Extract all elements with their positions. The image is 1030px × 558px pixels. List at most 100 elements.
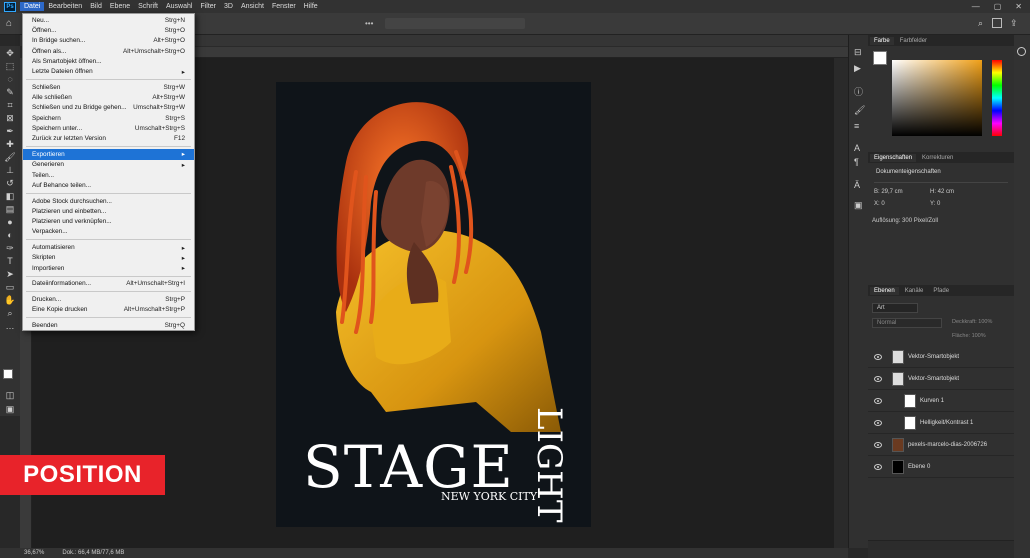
more-options-icon[interactable]: •••: [365, 19, 373, 28]
dodge-tool-icon[interactable]: ◐: [3, 229, 17, 241]
menu-item[interactable]: Beenden Strg+Q: [23, 320, 194, 330]
menu-item[interactable]: Generieren ▸: [23, 160, 194, 170]
healing-tool-icon[interactable]: ✚: [3, 138, 17, 150]
path-select-tool-icon[interactable]: ➤: [3, 268, 17, 280]
menu-item[interactable]: Exportieren ▸: [23, 149, 194, 160]
doc-width[interactable]: B: 29,7 cm: [874, 189, 903, 195]
brush-settings-icon[interactable]: 🖌: [854, 105, 865, 116]
menu-ebene[interactable]: Ebene: [106, 2, 134, 11]
menu-item[interactable]: Schließen und zu Bridge gehen... Umschalt…: [23, 103, 194, 113]
paragraph-icon[interactable]: ¶: [854, 157, 859, 167]
type-tool-icon[interactable]: T: [3, 255, 17, 267]
layer-row[interactable]: pexels-marcelo-dias-2006726: [868, 434, 1014, 456]
tab-paths[interactable]: Pfade: [929, 287, 953, 295]
menu-datei[interactable]: Datei: [20, 2, 45, 11]
visibility-eye-icon[interactable]: [874, 419, 882, 426]
menu-auswahl[interactable]: Auswahl: [162, 2, 196, 11]
visibility-eye-icon[interactable]: [874, 441, 882, 448]
foreground-color-chip[interactable]: [873, 51, 887, 65]
blur-tool-icon[interactable]: ●: [3, 216, 17, 228]
tab-adjustments[interactable]: Korrekturen: [918, 154, 957, 162]
hand-tool-icon[interactable]: ✋: [3, 294, 17, 306]
menu-item[interactable]: Platzieren und einbetten...: [23, 206, 194, 216]
tab-properties[interactable]: Eigenschaften: [870, 153, 917, 162]
menu-item[interactable]: Letzte Dateien öffnen ▸: [23, 66, 194, 76]
adjust-icon[interactable]: ≡: [854, 121, 859, 131]
crop-tool-icon[interactable]: ⌗: [3, 99, 17, 111]
history-brush-icon[interactable]: ↺: [3, 177, 17, 189]
menu-item[interactable]: Adobe Stock durchsuchen...: [23, 196, 194, 206]
tab-swatches[interactable]: Farbfelder: [896, 37, 931, 45]
layer-filter-select[interactable]: Art: [872, 303, 918, 313]
menu-item[interactable]: Importieren ▸: [23, 263, 194, 273]
color-field[interactable]: [892, 60, 982, 136]
menu-item[interactable]: Auf Behance teilen...: [23, 180, 194, 190]
stamp-tool-icon[interactable]: ⊥: [3, 164, 17, 176]
home-icon[interactable]: ⌂: [6, 18, 16, 29]
menu-schrift[interactable]: Schrift: [134, 2, 162, 11]
close-icon[interactable]: ✕: [1015, 2, 1022, 11]
zoom-tool-icon[interactable]: ⌕: [3, 307, 17, 319]
menu-ansicht[interactable]: Ansicht: [237, 2, 268, 11]
poster-canvas[interactable]: STAGE LIGHT NEW YORK CITY: [276, 82, 591, 527]
menu-item[interactable]: Als Smartobjekt öffnen...: [23, 56, 194, 66]
frame-tool-icon[interactable]: ⊠: [3, 112, 17, 124]
hue-slider[interactable]: [992, 60, 1002, 136]
layer-row[interactable]: Kurven 1: [868, 390, 1014, 412]
character-icon[interactable]: A: [854, 143, 860, 153]
menu-item[interactable]: Alle schließen Alt+Strg+W: [23, 92, 194, 102]
layer-row[interactable]: Vektor-Smartobjekt: [868, 346, 1014, 368]
eraser-tool-icon[interactable]: ◧: [3, 190, 17, 202]
menu-item[interactable]: Verpacken...: [23, 227, 194, 237]
menu-item[interactable]: Platzieren und verknüpfen...: [23, 216, 194, 226]
visibility-eye-icon[interactable]: [874, 375, 882, 382]
quick-select-tool-icon[interactable]: ✎: [3, 86, 17, 98]
gradient-tool-icon[interactable]: ▤: [3, 203, 17, 215]
menu-item[interactable]: Dateiinformationen... Alt+Umschalt+Strg+I: [23, 279, 194, 289]
info-icon[interactable]: ⓘ: [854, 85, 863, 98]
screen-mode-icon[interactable]: ▣: [3, 403, 17, 415]
3d-mode-controls[interactable]: [385, 18, 525, 29]
visibility-eye-icon[interactable]: [874, 353, 882, 360]
menu-hilfe[interactable]: Hilfe: [300, 2, 322, 11]
edit-toolbar-icon[interactable]: …: [3, 320, 17, 332]
doc-x[interactable]: X: 0: [874, 201, 885, 207]
blend-mode-select[interactable]: Normal: [872, 318, 942, 328]
doc-y[interactable]: Y: 0: [930, 201, 940, 207]
share-icon[interactable]: ⇪: [1010, 18, 1018, 29]
menu-bild[interactable]: Bild: [86, 2, 106, 11]
rectangle-tool-icon[interactable]: ▭: [3, 281, 17, 293]
layer-row[interactable]: Ebene 0: [868, 456, 1014, 478]
brush-tool-icon[interactable]: 🖌: [3, 151, 17, 163]
glyphs-icon[interactable]: Ä: [854, 180, 860, 190]
workspace-icon[interactable]: [992, 18, 1002, 28]
marquee-tool-icon[interactable]: ⬚: [3, 60, 17, 72]
menu-item[interactable]: Öffnen... Strg+O: [23, 25, 194, 35]
opacity-field[interactable]: Deckkraft: 100%: [952, 319, 992, 325]
menu-item[interactable]: Neu... Strg+N: [23, 15, 194, 25]
doc-height[interactable]: H: 42 cm: [930, 189, 954, 195]
menu-item[interactable]: Schließen Strg+W: [23, 82, 194, 92]
tab-layers[interactable]: Ebenen: [870, 286, 899, 295]
menu-item[interactable]: Öffnen als... Alt+Umschalt+Strg+O: [23, 46, 194, 56]
maximize-icon[interactable]: ▢: [994, 2, 1002, 11]
eyedropper-tool-icon[interactable]: ✒: [3, 125, 17, 137]
menu-item[interactable]: Speichern Strg+S: [23, 113, 194, 123]
menu-item[interactable]: Skripten ▸: [23, 253, 194, 263]
history-icon[interactable]: ⊟: [854, 47, 862, 58]
visibility-eye-icon[interactable]: [874, 463, 882, 470]
foreground-color-swatch[interactable]: [3, 369, 13, 379]
lasso-tool-icon[interactable]: ◌: [3, 73, 17, 85]
pen-tool-icon[interactable]: ✑: [3, 242, 17, 254]
quick-mask-icon[interactable]: ◫: [3, 389, 17, 401]
menu-item[interactable]: Zurück zur letzten Version F12: [23, 134, 194, 144]
fill-field[interactable]: Fläche: 100%: [952, 333, 986, 339]
menu-item[interactable]: Drucken... Strg+P: [23, 294, 194, 304]
menu-item[interactable]: Teilen...: [23, 170, 194, 180]
menu-fenster[interactable]: Fenster: [268, 2, 300, 11]
libraries-icon[interactable]: ▣: [854, 200, 863, 211]
layer-row[interactable]: Helligkeit/Kontrast 1: [868, 412, 1014, 434]
tab-color[interactable]: Farbe: [870, 36, 894, 45]
menu-item[interactable]: In Bridge suchen... Alt+Strg+O: [23, 36, 194, 46]
menu-bearbeiten[interactable]: Bearbeiten: [44, 2, 86, 11]
